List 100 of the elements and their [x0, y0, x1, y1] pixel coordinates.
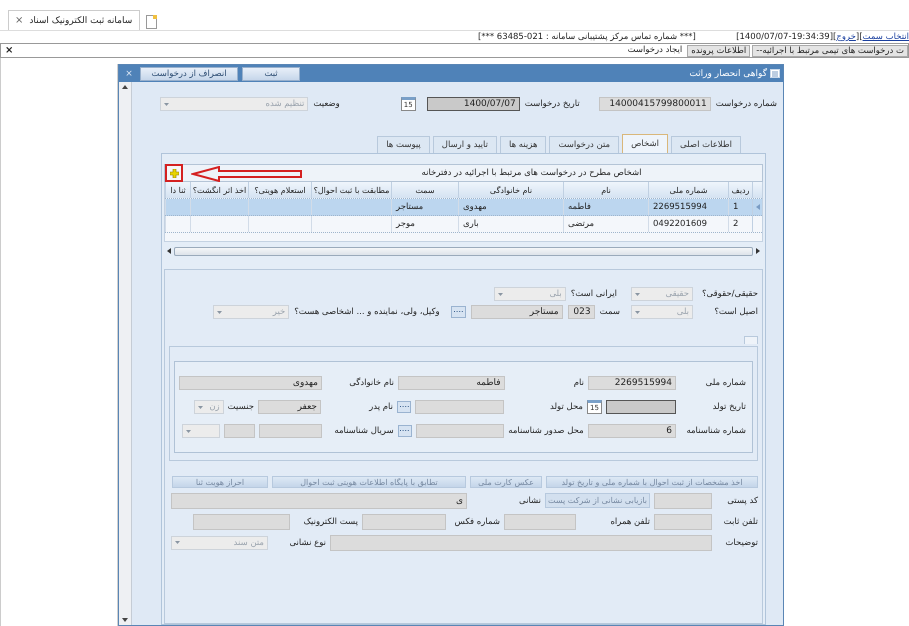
field-label: اصیل است؟	[713, 307, 758, 317]
scrollbar-thumb[interactable]	[174, 246, 753, 256]
input-field[interactable]	[654, 492, 712, 508]
caret-icon	[198, 406, 203, 408]
column-header[interactable]: نام	[563, 182, 648, 198]
table-cell: مستاجر	[391, 199, 458, 215]
field-label: تاریخ تولد	[712, 402, 746, 412]
field-label: تلفن همراه	[609, 516, 650, 526]
menu-item[interactable]: ت درخواست های تیمی مرتبط با اجرائیه--	[752, 44, 908, 56]
field-label: نشانی	[518, 496, 541, 506]
dialog-button[interactable]: انصراف از درخواست	[140, 66, 238, 80]
scroll-up-icon[interactable]	[122, 85, 128, 89]
table-cell: موجر	[391, 216, 458, 232]
session-link[interactable]: انتخاب سمت	[862, 32, 909, 42]
session-text: ][	[856, 32, 863, 42]
input-field[interactable]: مهدوی	[179, 376, 322, 390]
field-label: شماره ملی	[704, 378, 746, 388]
input-field[interactable]: 023	[568, 305, 595, 319]
group-tab[interactable]	[744, 336, 758, 344]
column-header[interactable]: سمت	[391, 182, 458, 198]
column-header[interactable]: شماره ملی	[648, 182, 728, 198]
tab[interactable]: تایید و ارسال	[432, 136, 498, 153]
lookup-button[interactable]	[450, 306, 466, 318]
dropdown[interactable]	[182, 424, 220, 438]
input-field[interactable]: مستاجر	[470, 305, 563, 319]
column-header[interactable]: اخذ اثر انگشت؟	[190, 182, 248, 198]
input-field[interactable]	[258, 424, 322, 438]
table-cell: 1	[728, 199, 752, 215]
input-field[interactable]	[330, 534, 712, 550]
input-field[interactable]: 14000415799800011	[598, 97, 711, 111]
close-icon[interactable]: ×	[15, 15, 24, 26]
field-label: نوع نشانی	[288, 538, 326, 548]
caret-icon	[217, 310, 222, 314]
field-label: حقیقی/حقوقی؟	[701, 289, 758, 299]
scroll-left-icon[interactable]	[167, 248, 171, 254]
tab[interactable]: متن درخواست	[549, 136, 620, 153]
date-field[interactable]: 1400/07/07	[426, 97, 520, 111]
input-field[interactable]	[193, 514, 290, 530]
dialog-title: گواهی انحصار وراثت	[689, 68, 767, 78]
field-label: محل تولد	[549, 402, 583, 412]
close-icon[interactable]: ×	[1, 45, 18, 56]
tab[interactable]: هزینه ها	[500, 136, 546, 153]
input-field[interactable]: جعفر	[258, 400, 321, 414]
dialog-button[interactable]: ثبت	[242, 66, 300, 80]
field-label: محل صدور شناسنامه	[508, 426, 584, 436]
field-label: شماره فکس	[454, 516, 500, 526]
scroll-right-icon[interactable]	[756, 248, 760, 254]
scroll-down-icon[interactable]	[122, 618, 128, 622]
field-label: نام	[572, 378, 584, 388]
table-cell: 0492201609	[648, 216, 728, 232]
column-header[interactable]: استعلام هویتی؟	[248, 182, 311, 198]
lookup-button[interactable]	[398, 425, 412, 437]
field-label: تاریخ درخواست	[524, 99, 580, 109]
plus-icon	[170, 168, 178, 178]
table-cell: باری	[458, 216, 563, 232]
add-button[interactable]	[165, 164, 183, 182]
field-label: وضعیت	[313, 99, 340, 109]
field-label: سمت	[600, 307, 620, 317]
input-field[interactable]	[504, 514, 576, 530]
tab[interactable]: پیوست ها	[377, 136, 430, 153]
input-field[interactable]	[415, 400, 504, 414]
column-header[interactable]: مطابقت با ثبت احوال؟	[311, 182, 391, 198]
input-field[interactable]	[362, 514, 446, 530]
caret-icon	[635, 292, 640, 296]
date-field[interactable]	[606, 400, 676, 414]
field-label: جنسیت	[228, 402, 254, 412]
field-label: وکیل، ولی، نماینده و ... اشخاصی هست؟	[294, 307, 440, 317]
field-label: نام خانوادگی	[348, 378, 394, 388]
field-label: کد پستی	[726, 496, 758, 506]
field-label: توضیحات	[724, 538, 758, 548]
input-field[interactable]	[416, 424, 504, 438]
table-cell: 2	[728, 216, 752, 232]
field-label: سریال شناسنامه	[333, 426, 394, 436]
field-label: شماره شناسنامه	[685, 426, 746, 436]
field-label: ایرانی است؟	[570, 289, 617, 299]
session-link[interactable]: خروج	[836, 32, 856, 42]
caret-icon	[635, 310, 640, 314]
tab[interactable]: اشخاص	[622, 134, 668, 153]
table-cell: 2269515994	[648, 199, 728, 215]
input-field[interactable]	[224, 424, 255, 438]
new-tab-icon[interactable]	[144, 14, 160, 30]
input-field[interactable]: 6	[588, 424, 676, 438]
browser-tab[interactable]: × سامانه ثبت الکترونیک اسناد	[8, 10, 140, 30]
input-field[interactable]: 2269515994	[588, 376, 676, 390]
column-header[interactable]: نام خانوادگی	[458, 182, 563, 198]
row-pointer-icon	[756, 204, 760, 210]
input-field[interactable]	[654, 514, 712, 530]
tab[interactable]: اطلاعات اصلی	[670, 136, 741, 153]
column-header[interactable]: ثنا دا	[165, 182, 190, 198]
support-phone-text: [*** شماره تماس مرکز پشتیبانی سامانه : 021-63485 ***]	[478, 32, 697, 42]
column-header[interactable]: ردیف	[728, 182, 752, 198]
table-cell: فاطمه	[563, 199, 648, 215]
input-field[interactable]: فاطمه	[398, 376, 505, 390]
table-cell: مرتضی	[563, 216, 648, 232]
menu-item[interactable]: اطلاعات پرونده	[687, 44, 750, 56]
field-label: شماره درخواست	[716, 99, 777, 109]
lookup-button[interactable]	[397, 401, 412, 413]
session-text: [1400/07/07-19:34:39][	[736, 32, 836, 42]
field-label: تلفن ثابت	[722, 516, 758, 526]
input-field[interactable]: ی	[171, 492, 467, 508]
